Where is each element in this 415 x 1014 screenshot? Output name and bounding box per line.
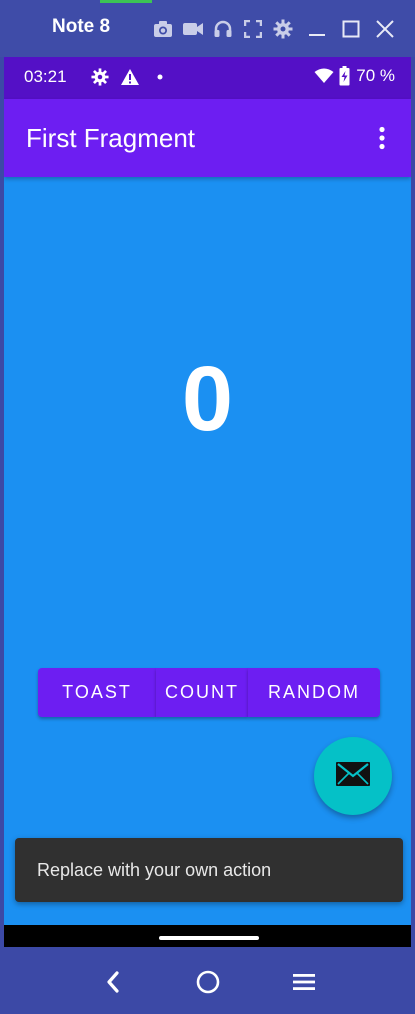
- app-bar-title: First Fragment: [26, 123, 196, 153]
- mail-icon: [336, 761, 370, 791]
- wifi-icon: [314, 65, 334, 87]
- battery-charging-icon: [338, 65, 350, 87]
- gear-icon: [90, 67, 110, 87]
- status-system-icons: 70 %: [314, 65, 395, 87]
- count-button[interactable]: COUNT: [156, 668, 248, 717]
- minimize-icon[interactable]: [306, 18, 328, 40]
- menu-icon[interactable]: [289, 967, 319, 997]
- fullscreen-icon[interactable]: [242, 18, 264, 40]
- app-bar: First Fragment: [4, 99, 411, 177]
- random-button[interactable]: RANDOM: [248, 668, 380, 717]
- gesture-nav-area: [4, 925, 411, 947]
- battery-percentage: 70 %: [356, 66, 395, 85]
- emulator-toolbar: [152, 18, 272, 40]
- phone-screen: 03:21 70 % First Fragment 0 TOAST COUNT …: [4, 57, 411, 947]
- emulator-title-bar: Note 8: [0, 0, 415, 57]
- snackbar-text: Replace with your own action: [37, 860, 272, 880]
- action-buttons: TOAST COUNT RANDOM: [38, 668, 380, 717]
- emulator-accent-line: [100, 0, 152, 3]
- close-icon[interactable]: [374, 18, 396, 40]
- more-vert-icon[interactable]: [367, 123, 397, 153]
- emulator-window-controls: [272, 18, 396, 40]
- emulator-title: Note 8: [52, 16, 111, 37]
- video-icon[interactable]: [182, 18, 204, 40]
- home-icon[interactable]: [193, 967, 223, 997]
- status-notification-icons: [90, 67, 180, 87]
- headphones-icon[interactable]: [212, 18, 234, 40]
- snackbar: Replace with your own action: [15, 838, 403, 902]
- camera-icon[interactable]: [152, 18, 174, 40]
- gesture-handle[interactable]: [159, 936, 259, 940]
- back-icon[interactable]: [98, 967, 128, 997]
- emulator-nav-bar: [0, 947, 415, 1014]
- toast-button[interactable]: TOAST: [38, 668, 156, 717]
- dot-icon: [150, 67, 170, 87]
- status-bar: 03:21 70 %: [4, 57, 411, 99]
- status-time: 03:21: [24, 67, 67, 86]
- maximize-icon[interactable]: [340, 18, 362, 40]
- count-display: 0: [181, 348, 234, 450]
- warning-icon: [120, 67, 140, 87]
- gear-icon[interactable]: [272, 18, 294, 40]
- mail-fab-button[interactable]: [314, 737, 392, 815]
